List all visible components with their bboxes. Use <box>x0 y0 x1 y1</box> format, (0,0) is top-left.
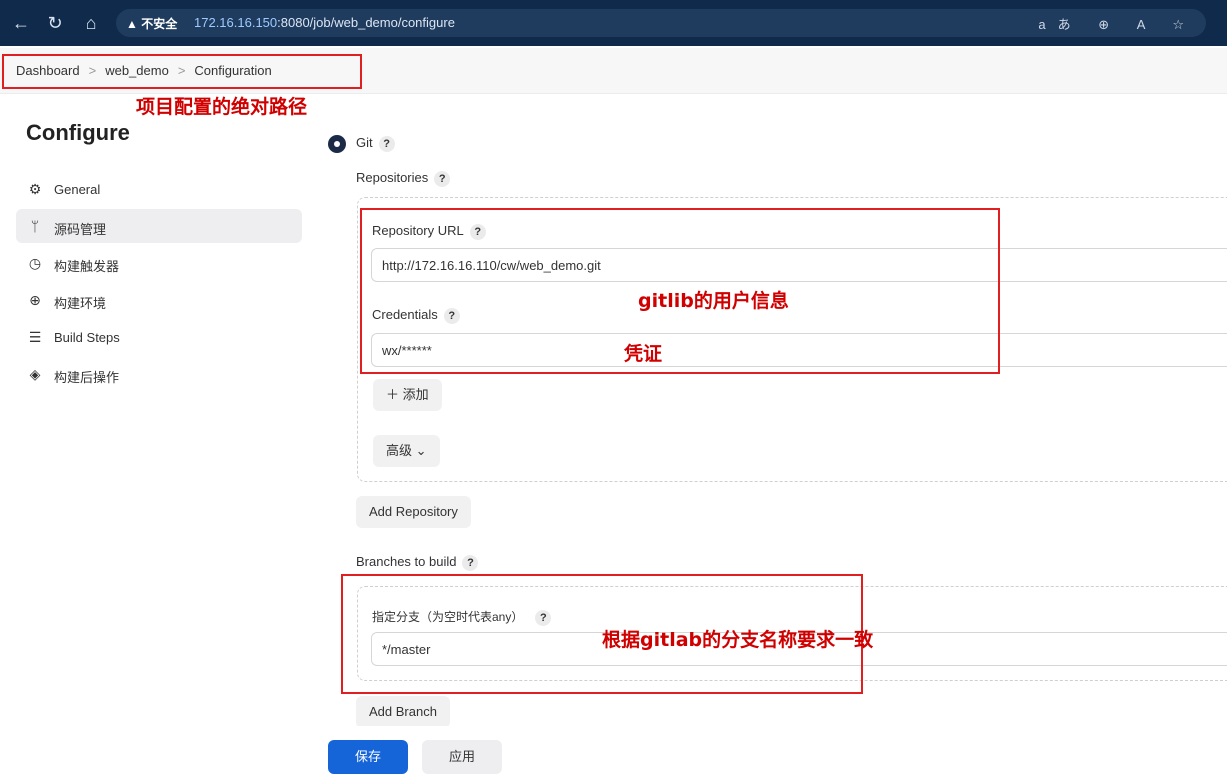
help-icon[interactable]: ? <box>462 554 479 571</box>
help-icon[interactable]: ? <box>378 135 395 152</box>
sidebar-item-triggers[interactable]: ◷ 构建触发器 <box>16 246 302 280</box>
reload-icon[interactable]: ↻ <box>44 12 66 34</box>
browser-toolbar: ← ↻ ⌂ ▲ 不安全 172.16.16.150:8080/job/web_d… <box>0 0 1227 46</box>
address-bar[interactable]: ▲ 不安全 172.16.16.150:8080/job/web_demo/co… <box>116 9 1206 37</box>
advanced-button[interactable]: 高级 ⌄ <box>373 435 440 467</box>
sidebar-item-build-steps[interactable]: ☰ Build Steps <box>16 320 302 354</box>
save-button[interactable]: 保存 <box>328 740 408 774</box>
sidebar-item-scm[interactable]: ᛘ 源码管理 <box>16 209 302 243</box>
sidebar-item-label: 构建后操作 <box>54 370 120 385</box>
add-repository-button[interactable]: Add Repository <box>356 496 471 528</box>
sidebar-item-environment[interactable]: ⊕ 构建环境 <box>16 283 302 317</box>
annotation-box-breadcrumb <box>2 54 362 89</box>
annotation-credential: 凭证 <box>624 343 663 365</box>
home-icon[interactable]: ⌂ <box>80 12 102 34</box>
git-label: Git? <box>356 135 395 152</box>
git-radio[interactable] <box>328 135 346 153</box>
annotation-path: 项目配置的绝对路径 <box>136 96 308 118</box>
sidebar-item-label: 源码管理 <box>54 222 107 237</box>
annotation-branch: 根据gitlab的分支名称要求一致 <box>602 629 874 651</box>
clock-icon: ◷ <box>28 255 42 271</box>
annotation-user-info: gitlib的用户信息 <box>638 290 789 312</box>
page-title: Configure <box>26 120 130 145</box>
back-icon[interactable]: ← <box>10 12 32 34</box>
add-branch-button[interactable]: Add Branch <box>356 696 450 728</box>
sidebar-item-label: Build Steps <box>54 330 120 345</box>
globe-icon: ⊕ <box>29 292 41 308</box>
url-text: 172.16.16.150:8080/job/web_demo/configur… <box>194 15 455 30</box>
sidebar-item-label: 构建触发器 <box>54 259 120 274</box>
sidebar-item-post-build[interactable]: ◈ 构建后操作 <box>16 357 302 391</box>
list-icon: ☰ <box>28 329 42 345</box>
apply-button[interactable]: 应用 <box>422 740 502 774</box>
gear-icon: ⚙ <box>28 181 42 197</box>
box-icon: ◈ <box>29 366 41 382</box>
help-icon[interactable]: ? <box>434 170 451 187</box>
sidebar-item-general[interactable]: ⚙ General <box>16 172 302 206</box>
branch-icon: ᛘ <box>30 218 40 234</box>
sidebar-item-label: General <box>54 182 101 197</box>
repositories-label: Repositories? <box>356 170 451 187</box>
add-credentials-button[interactable]: ＋ 添加 <box>373 379 442 411</box>
sidebar-item-label: 构建环境 <box>54 296 107 311</box>
insecure-warning: ▲ 不安全 <box>126 17 178 31</box>
branches-label: Branches to build? <box>356 554 479 571</box>
browser-action-icons[interactable]: aあ ⊕ A ☆ <box>1038 14 1196 33</box>
